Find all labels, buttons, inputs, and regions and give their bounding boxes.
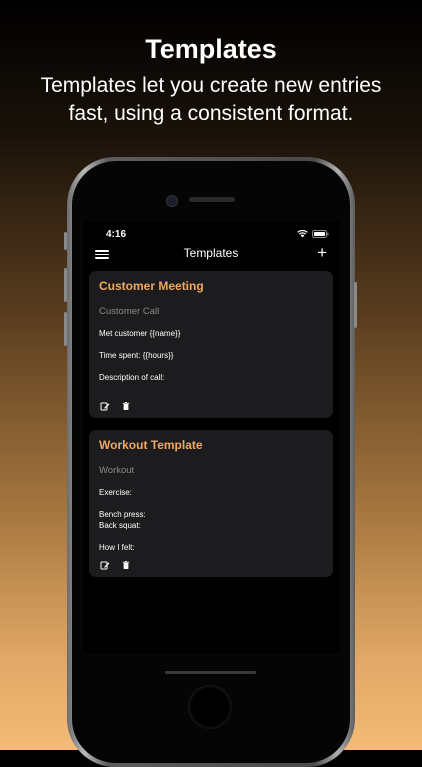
trash-icon[interactable] — [121, 560, 131, 570]
volume-up-button — [64, 268, 67, 302]
template-card-customer-meeting[interactable]: Customer Meeting Customer Call Met custo… — [89, 271, 333, 418]
promo-description: Templates let you create new entries fas… — [0, 72, 422, 128]
volume-down-button — [64, 312, 67, 346]
power-button — [354, 282, 357, 328]
trash-icon[interactable] — [121, 401, 131, 411]
template-line: How I felt: — [99, 543, 135, 552]
nav-bar: Templates + — [83, 243, 339, 265]
wifi-icon — [297, 230, 308, 238]
add-template-button[interactable]: + — [317, 243, 327, 263]
template-line: Description of call: — [99, 373, 165, 382]
promo-description-line-1: Templates let you create new entries — [40, 74, 382, 97]
edit-icon[interactable] — [100, 560, 110, 570]
mute-switch — [64, 232, 67, 250]
template-line: Exercise: — [99, 488, 132, 497]
status-time: 4:16 — [106, 229, 127, 240]
front-camera — [166, 195, 178, 207]
earpiece-speaker — [189, 197, 235, 202]
template-subtitle: Workout — [99, 465, 135, 476]
home-button[interactable] — [188, 685, 232, 729]
template-subtitle: Customer Call — [99, 306, 160, 317]
battery-icon — [312, 230, 329, 238]
promo-description-line-2: fast, using a consistent format. — [68, 102, 354, 125]
template-actions — [100, 560, 131, 570]
template-line: Met customer {{name}} — [99, 329, 181, 338]
template-title: Customer Meeting — [99, 279, 204, 293]
template-title: Workout Template — [99, 438, 203, 452]
status-icons — [297, 230, 329, 238]
edit-icon[interactable] — [100, 401, 110, 411]
template-actions — [100, 401, 131, 411]
template-line: Back squat: — [99, 521, 141, 530]
home-indicator — [165, 671, 256, 674]
template-card-workout-template[interactable]: Workout Template Workout Exercise: Bench… — [89, 430, 333, 577]
template-line: Bench press: — [99, 510, 146, 519]
promo-headline: Templates — [145, 34, 277, 64]
nav-title: Templates — [183, 246, 239, 260]
template-line: Time spent: {{hours}} — [99, 351, 174, 360]
app-screen: 4:16 Templates + Customer Meeting Custom… — [83, 221, 339, 653]
